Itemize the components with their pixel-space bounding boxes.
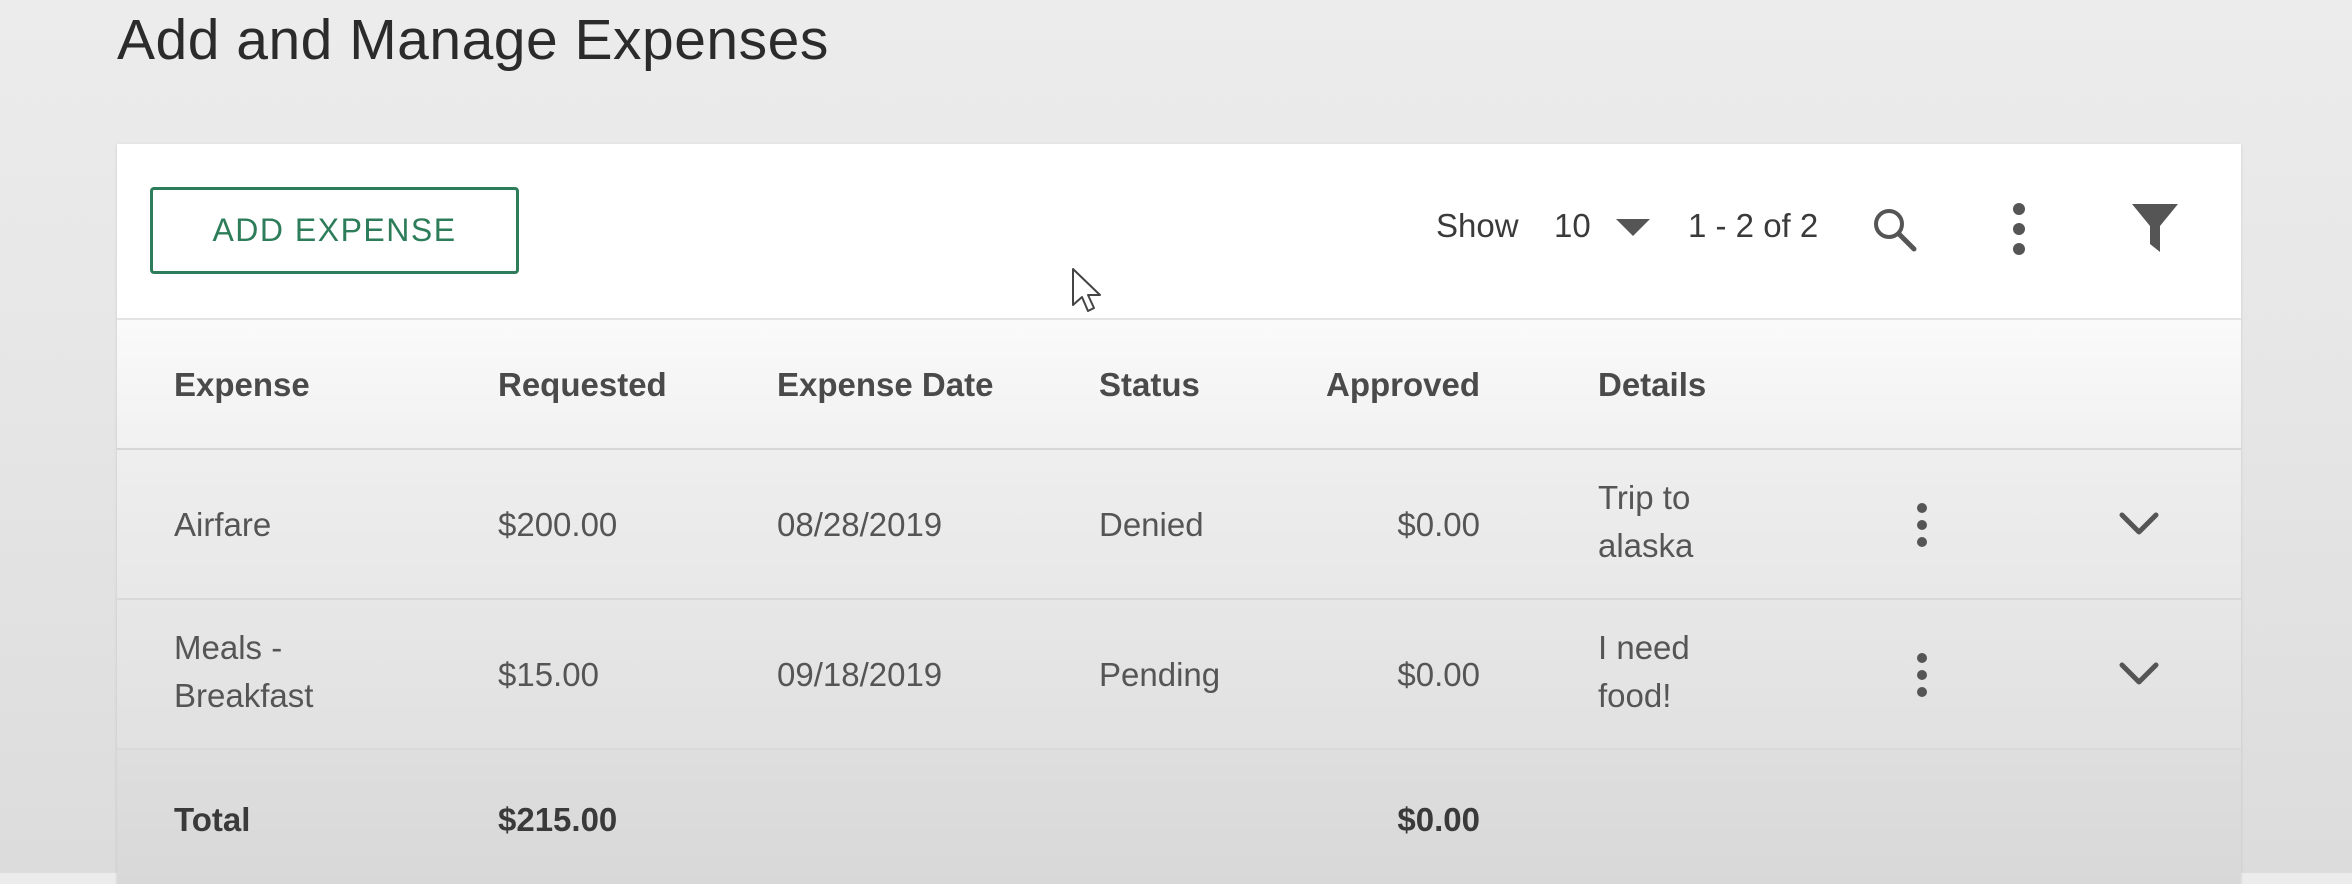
pagination-range: 1 - 2 of 2 [1688, 207, 1819, 244]
page-title: Add and Manage Expenses [117, 8, 829, 72]
details-cell: Trip to alaska [1598, 479, 1694, 564]
column-header-expense-date[interactable]: Expense Date [777, 361, 1067, 409]
column-header-expense[interactable]: Expense [174, 361, 434, 409]
row-more-vertical-icon[interactable] [1912, 652, 1932, 698]
table-row[interactable]: Airfare $200.00 08/28/2019 Denied $0.00 … [117, 450, 2241, 600]
row-more-vertical-icon[interactable] [1912, 502, 1932, 548]
mouse-cursor-icon [1071, 267, 1103, 315]
page-size-select[interactable]: 10 [1554, 206, 1591, 246]
details-cell: I need food! [1598, 629, 1690, 714]
approved-cell: $0.00 [1397, 656, 1480, 693]
add-expense-button[interactable]: ADD EXPENSE [150, 187, 519, 274]
table-header-row: Expense Requested Expense Date Status Ap… [117, 320, 2241, 450]
expense-date-cell: 09/18/2019 [777, 656, 943, 693]
caret-down-icon[interactable] [1616, 219, 1650, 236]
filter-icon[interactable] [2130, 202, 2180, 254]
expenses-table: Expense Requested Expense Date Status Ap… [117, 320, 2241, 884]
column-header-requested[interactable]: Requested [498, 361, 748, 409]
more-vertical-icon[interactable] [2009, 202, 2029, 256]
table-toolbar: ADD EXPENSE Show 10 1 - 2 of 2 [117, 144, 2241, 320]
expenses-card: ADD EXPENSE Show 10 1 - 2 of 2 Expense R… [117, 144, 2241, 884]
table-total-row: Total $215.00 $0.00 [117, 750, 2241, 884]
requested-cell: $200.00 [498, 506, 618, 543]
chevron-down-icon[interactable] [2118, 510, 2160, 538]
table-row[interactable]: Meals - Breakfast $15.00 09/18/2019 Pend… [117, 600, 2241, 750]
search-icon[interactable] [1871, 206, 1917, 252]
expense-cell: Meals - Breakfast [174, 629, 314, 714]
column-header-details[interactable]: Details [1598, 361, 1798, 409]
chevron-down-icon[interactable] [2118, 660, 2160, 688]
total-requested: $215.00 [498, 801, 618, 838]
column-header-approved[interactable]: Approved [1280, 361, 1480, 409]
show-label: Show [1436, 207, 1519, 244]
expense-cell: Airfare [174, 506, 272, 543]
expense-date-cell: 08/28/2019 [777, 506, 943, 543]
requested-cell: $15.00 [498, 656, 599, 693]
approved-cell: $0.00 [1397, 506, 1480, 543]
total-approved: $0.00 [1397, 801, 1480, 838]
total-label: Total [174, 801, 251, 838]
